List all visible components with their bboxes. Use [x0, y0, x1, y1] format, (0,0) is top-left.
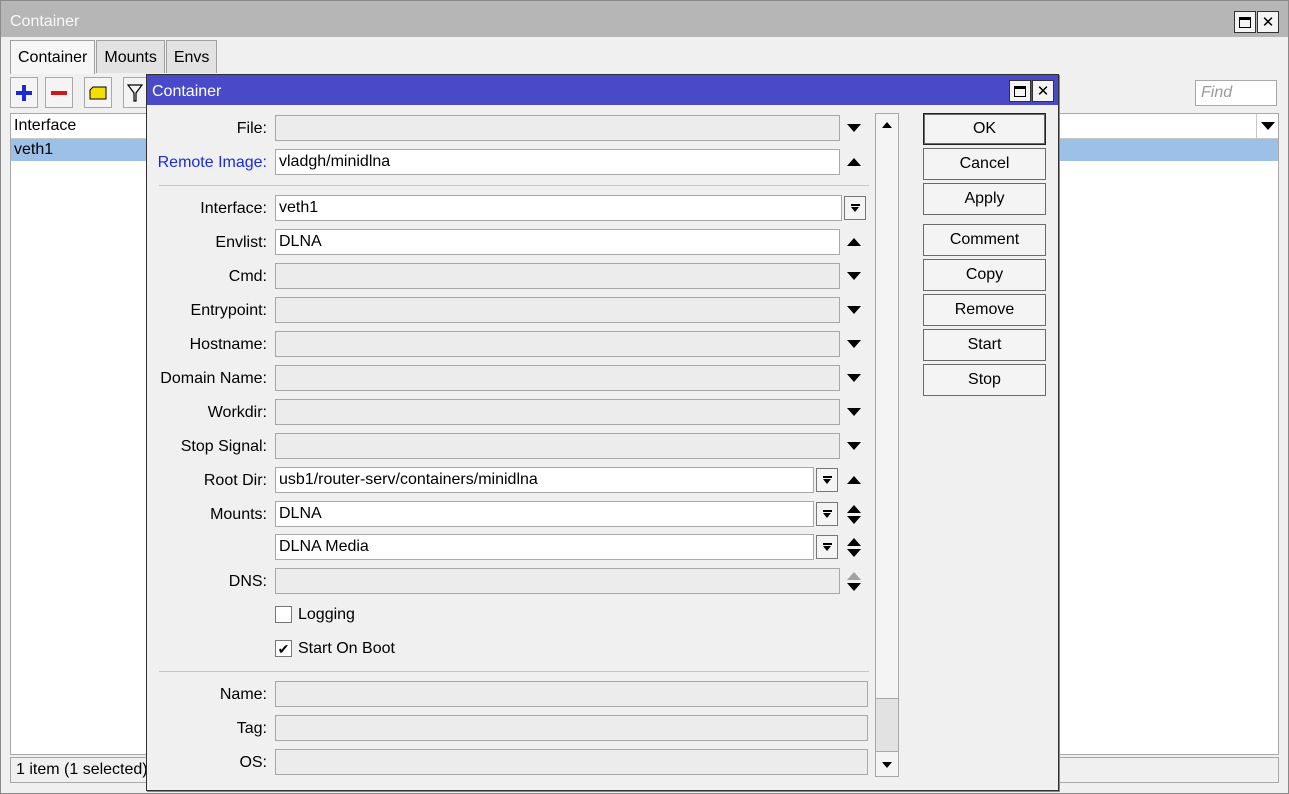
expand-down-icon[interactable]: [845, 301, 863, 319]
scroll-down-icon[interactable]: [877, 754, 897, 776]
workdir-field[interactable]: [275, 399, 840, 425]
tag-label: Tag:: [236, 720, 267, 737]
remote-image-field[interactable]: vladgh/minidlna: [275, 149, 840, 175]
logging-label: Logging: [298, 606, 355, 623]
cmd-label: Cmd:: [228, 268, 267, 285]
tab-bar: Container Mounts Envs: [10, 40, 218, 74]
file-label: File:: [236, 120, 267, 137]
domain-name-field[interactable]: [275, 365, 840, 391]
logging-checkbox[interactable]: [275, 606, 292, 623]
workdir-label: Workdir:: [207, 404, 267, 421]
remote-image-label: Remote Image:: [157, 154, 267, 171]
dropdown-arrow-icon: [823, 513, 831, 518]
comment-button[interactable]: Comment: [923, 224, 1046, 256]
cancel-button[interactable]: Cancel: [923, 148, 1046, 180]
minus-icon: [51, 90, 67, 95]
hostname-field[interactable]: [275, 331, 840, 357]
maximize-icon[interactable]: [1234, 11, 1256, 33]
note-icon: [89, 86, 107, 99]
root-dir-label: Root Dir:: [203, 472, 267, 489]
interface-dropdown-button[interactable]: [844, 196, 866, 220]
dialog-title: Container: [147, 75, 1058, 105]
expand-down-icon[interactable]: [845, 335, 863, 353]
name-field[interactable]: [275, 681, 868, 707]
close-icon[interactable]: ✕: [1257, 11, 1279, 33]
tab-mounts[interactable]: Mounts: [96, 40, 165, 73]
mounts-label: Mounts:: [210, 506, 267, 523]
divider: [159, 671, 869, 672]
expand-down-icon[interactable]: [845, 369, 863, 387]
divider: [159, 185, 869, 186]
collapse-up-icon[interactable]: [845, 471, 863, 489]
mounts-dropdown-button[interactable]: [816, 502, 838, 526]
column-menu-button[interactable]: [1256, 114, 1278, 138]
scroll-thumb[interactable]: [876, 698, 898, 752]
plus-icon: [16, 84, 32, 101]
dns-label: DNS:: [228, 573, 267, 590]
mounts-dropdown-button[interactable]: [816, 535, 838, 559]
add-remove-icon[interactable]: [845, 503, 863, 525]
start-on-boot-label: Start On Boot: [298, 640, 395, 657]
mounts-field-2[interactable]: DLNA Media: [275, 534, 814, 560]
mounts-field-1[interactable]: DLNA: [275, 501, 814, 527]
remove-button[interactable]: [45, 77, 73, 108]
remove-button[interactable]: Remove: [923, 294, 1046, 326]
expand-down-icon[interactable]: [845, 437, 863, 455]
tag-field[interactable]: [275, 715, 868, 741]
chevron-down-icon: [1260, 122, 1275, 130]
ok-button[interactable]: OK: [923, 113, 1046, 145]
file-field[interactable]: [275, 115, 840, 141]
collapse-up-icon[interactable]: [845, 153, 863, 171]
domain-name-label: Domain Name:: [160, 370, 267, 387]
hostname-label: Hostname:: [189, 336, 267, 353]
copy-button[interactable]: Copy: [923, 259, 1046, 291]
start-button[interactable]: Start: [923, 329, 1046, 361]
find-input[interactable]: Find: [1195, 80, 1277, 106]
dropdown-arrow-icon: [851, 207, 859, 212]
stop-signal-label: Stop Signal:: [180, 438, 267, 455]
filter-button[interactable]: [123, 77, 147, 108]
root-dir-dropdown-button[interactable]: [816, 468, 838, 492]
expand-down-icon[interactable]: [845, 403, 863, 421]
add-remove-icon[interactable]: [845, 536, 863, 558]
stop-signal-field[interactable]: [275, 433, 840, 459]
expand-down-icon[interactable]: [845, 119, 863, 137]
interface-field[interactable]: veth1: [275, 195, 842, 221]
dialog-close-icon[interactable]: ✕: [1032, 80, 1054, 102]
name-label: Name:: [219, 686, 267, 703]
cmd-field[interactable]: [275, 263, 840, 289]
dialog-maximize-icon[interactable]: [1009, 80, 1031, 102]
tab-container[interactable]: Container: [10, 40, 96, 74]
os-label: OS:: [239, 754, 267, 771]
expand-down-icon[interactable]: [845, 267, 863, 285]
add-button[interactable]: [10, 77, 38, 108]
envlist-field[interactable]: DLNA: [275, 229, 840, 255]
vertical-scrollbar[interactable]: [875, 113, 899, 777]
root-dir-field[interactable]: usb1/router-serv/containers/minidlna: [275, 467, 814, 493]
scroll-up-icon[interactable]: [877, 114, 897, 136]
entrypoint-field[interactable]: [275, 297, 840, 323]
window-title: Container: [1, 1, 1288, 37]
dropdown-arrow-icon: [823, 546, 831, 551]
comment-button[interactable]: [84, 77, 112, 108]
tab-envs[interactable]: Envs: [165, 40, 218, 73]
apply-button[interactable]: Apply: [923, 183, 1046, 215]
entrypoint-label: Entrypoint:: [190, 302, 267, 319]
filter-icon: [127, 83, 143, 102]
container-dialog: Container ✕ File: Remote Image: vladgh/m…: [146, 74, 1059, 791]
collapse-up-icon[interactable]: [845, 233, 863, 251]
interface-label: Interface:: [200, 200, 267, 217]
start-on-boot-checkbox[interactable]: ✔: [275, 640, 292, 657]
add-remove-icon[interactable]: [845, 570, 863, 592]
os-field[interactable]: [275, 749, 868, 775]
envlist-label: Envlist:: [215, 234, 267, 251]
dns-field[interactable]: [275, 568, 840, 594]
stop-button[interactable]: Stop: [923, 364, 1046, 396]
dropdown-arrow-icon: [823, 479, 831, 484]
